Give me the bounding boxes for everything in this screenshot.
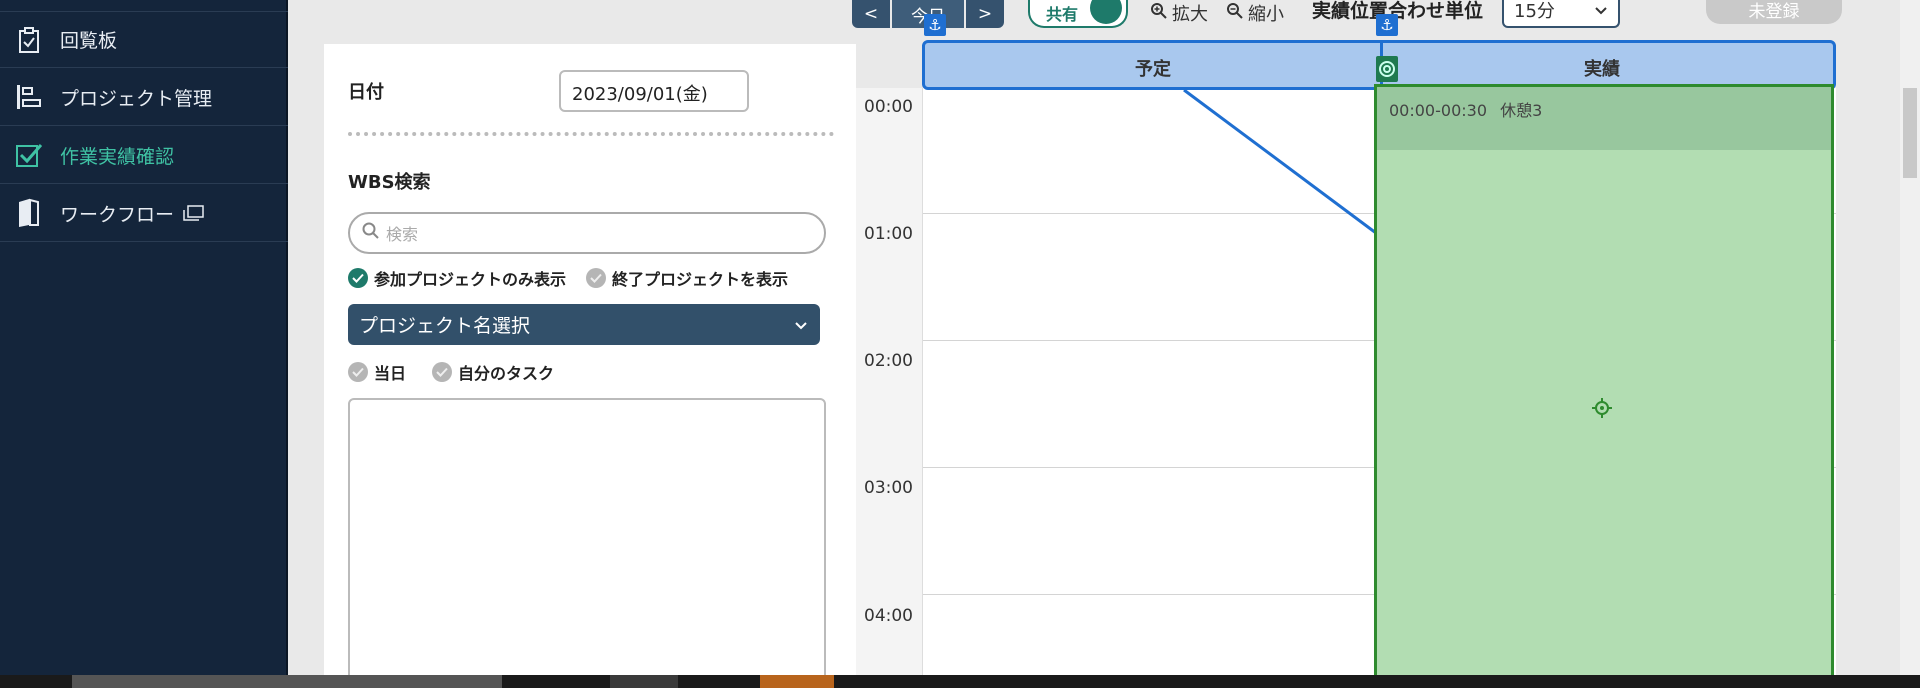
sidebar-item-circular[interactable]: 回覧板 (0, 11, 288, 68)
taskbar-item[interactable] (72, 675, 502, 688)
gantt-icon (14, 82, 44, 112)
time-label: 04:00 (864, 606, 913, 626)
checkbox-checked-icon (348, 268, 368, 288)
crosshair-icon[interactable] (1592, 398, 1612, 418)
time-label: 00:00 (864, 97, 913, 117)
date-label: 日付 (348, 82, 384, 103)
sidebar-item-label: プロジェクト管理 (60, 87, 213, 110)
toggle-knob (1090, 0, 1122, 24)
chk-today[interactable]: 当日 (348, 360, 406, 384)
chk-joined-projects[interactable]: 参加プロジェクトのみ表示 (348, 266, 566, 290)
unregistered-button[interactable]: 未登録 (1706, 0, 1842, 24)
zoom-in-label: 拡大 (1172, 4, 1208, 25)
unit-value: 15分 (1514, 1, 1555, 22)
time-label: 03:00 (864, 478, 913, 498)
sidebar-item-work-results[interactable]: 作業実績確認 (0, 127, 288, 184)
unit-select[interactable]: 15分 (1502, 0, 1620, 28)
taskbar-item[interactable] (610, 675, 678, 688)
chk-ended-label: 終了プロジェクトを表示 (612, 270, 789, 289)
actual-header[interactable]: 実績 (1584, 55, 1620, 81)
actual-column[interactable]: 00:00-00:30 休憩3 (1374, 84, 1834, 688)
chk-today-label: 当日 (374, 364, 407, 383)
project-select-label: プロジェクト名選択 (359, 315, 531, 337)
time-label: 02:00 (864, 351, 913, 371)
wbs-search-label: WBS検索 (348, 172, 431, 193)
sidebar-item-workflow[interactable]: ワークフロー (0, 185, 288, 242)
checkbox-unchecked-icon (586, 268, 606, 288)
sidebar-item-project[interactable]: プロジェクト管理 (0, 69, 288, 126)
chk-my-tasks[interactable]: 自分のタスク (432, 360, 554, 384)
chevron-down-icon (1594, 0, 1608, 21)
time-label: 01:00 (864, 224, 913, 244)
taskbar (0, 675, 1920, 688)
anchor-icon[interactable]: ⚓ (1376, 14, 1398, 36)
prev-button[interactable]: < (852, 0, 890, 28)
sidebar-item-label: ワークフロー (60, 203, 175, 226)
sidebar-item-label: 回覧板 (60, 30, 118, 52)
search-icon (362, 222, 380, 244)
checkbox-unchecked-icon (432, 362, 452, 382)
event-time: 00:00-00:30 (1389, 101, 1487, 120)
sidebar: 回覧板 プロジェクト管理 作業実績確認 ワークフロー (0, 0, 288, 675)
connector-line (1183, 88, 1377, 235)
search-placeholder: 検索 (386, 225, 419, 244)
zoom-in-button[interactable]: 拡大 (1150, 0, 1208, 26)
date-input[interactable]: 2023/09/01(金) (559, 70, 749, 112)
next-button[interactable]: > (966, 0, 1004, 28)
form-panel: 日付 2023/09/01(金) WBS検索 検索 参加プロジェクトのみ表示 終… (324, 44, 856, 688)
plan-header[interactable]: 予定 (1135, 55, 1171, 81)
chk-joined-label: 参加プロジェクトのみ表示 (374, 270, 567, 289)
book-icon (14, 198, 44, 228)
share-label: 共有 (1046, 5, 1079, 24)
clipboard-icon (14, 25, 44, 55)
chk-mytask-label: 自分のタスク (458, 364, 555, 383)
time-column: 00:00 01:00 02:00 03:00 04:00 (856, 88, 923, 675)
checkbox-unchecked-icon (348, 362, 368, 382)
search-input[interactable]: 検索 (348, 212, 826, 254)
zoom-out-icon (1226, 2, 1244, 25)
chevron-down-icon (794, 314, 808, 336)
event-block[interactable]: 00:00-00:30 休憩3 (1377, 87, 1831, 150)
vertical-scrollbar[interactable] (1900, 0, 1920, 675)
divider (348, 132, 834, 136)
scrollbar-thumb[interactable] (1903, 88, 1917, 178)
record-tag-icon[interactable] (1376, 56, 1398, 82)
chk-ended-projects[interactable]: 終了プロジェクトを表示 (586, 266, 788, 290)
taskbar-item[interactable] (760, 675, 834, 688)
external-window-icon (182, 205, 204, 221)
zoom-in-icon (1150, 2, 1168, 25)
zoom-out-button[interactable]: 縮小 (1226, 0, 1284, 26)
zoom-out-label: 縮小 (1248, 4, 1284, 25)
sidebar-item-label: 作業実績確認 (60, 145, 175, 168)
anchor-icon[interactable]: ⚓ (924, 14, 946, 36)
check-icon (14, 140, 44, 170)
event-title: 休憩3 (1500, 101, 1543, 120)
share-toggle[interactable]: 共有 (1028, 0, 1128, 28)
project-select[interactable]: プロジェクト名選択 (348, 304, 820, 345)
task-list[interactable] (348, 398, 826, 688)
